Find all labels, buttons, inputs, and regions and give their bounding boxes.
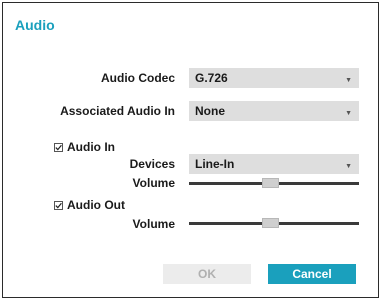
checkbox-box — [54, 200, 63, 210]
audio-codec-value: G.726 — [195, 71, 228, 85]
associated-audio-in-value: None — [195, 104, 225, 118]
devices-label: Devices — [129, 157, 175, 171]
audio-out-volume-slider[interactable] — [189, 218, 359, 228]
audio-codec-label: Audio Codec — [101, 71, 175, 85]
audio-in-volume-label: Volume — [132, 176, 175, 190]
audio-out-label: Audio Out — [67, 198, 125, 212]
devices-value: Line-In — [195, 157, 235, 171]
ok-button[interactable]: OK — [163, 264, 251, 284]
audio-codec-select[interactable]: G.726 ▼ — [189, 68, 359, 88]
audio-out-volume-label: Volume — [132, 217, 175, 231]
checkmark-icon — [55, 202, 62, 208]
dialog-title: Audio — [15, 17, 55, 33]
slider-thumb[interactable] — [262, 178, 279, 188]
audio-in-volume-slider[interactable] — [189, 178, 359, 188]
devices-select[interactable]: Line-In ▼ — [189, 154, 359, 174]
associated-audio-in-label: Associated Audio In — [60, 104, 175, 118]
audio-in-label: Audio In — [67, 140, 115, 154]
associated-audio-in-select[interactable]: None ▼ — [189, 101, 359, 121]
chevron-down-icon: ▼ — [345, 163, 352, 170]
checkbox-box — [54, 142, 63, 152]
audio-out-checkbox[interactable]: Audio Out — [54, 198, 125, 212]
slider-thumb[interactable] — [262, 218, 279, 228]
audio-in-checkbox[interactable]: Audio In — [54, 140, 115, 154]
chevron-down-icon: ▼ — [345, 77, 352, 84]
audio-dialog: Audio Audio Codec G.726 ▼ Associated Aud… — [2, 2, 379, 298]
cancel-button[interactable]: Cancel — [268, 264, 356, 284]
chevron-down-icon: ▼ — [345, 110, 352, 117]
checkmark-icon — [55, 144, 62, 150]
